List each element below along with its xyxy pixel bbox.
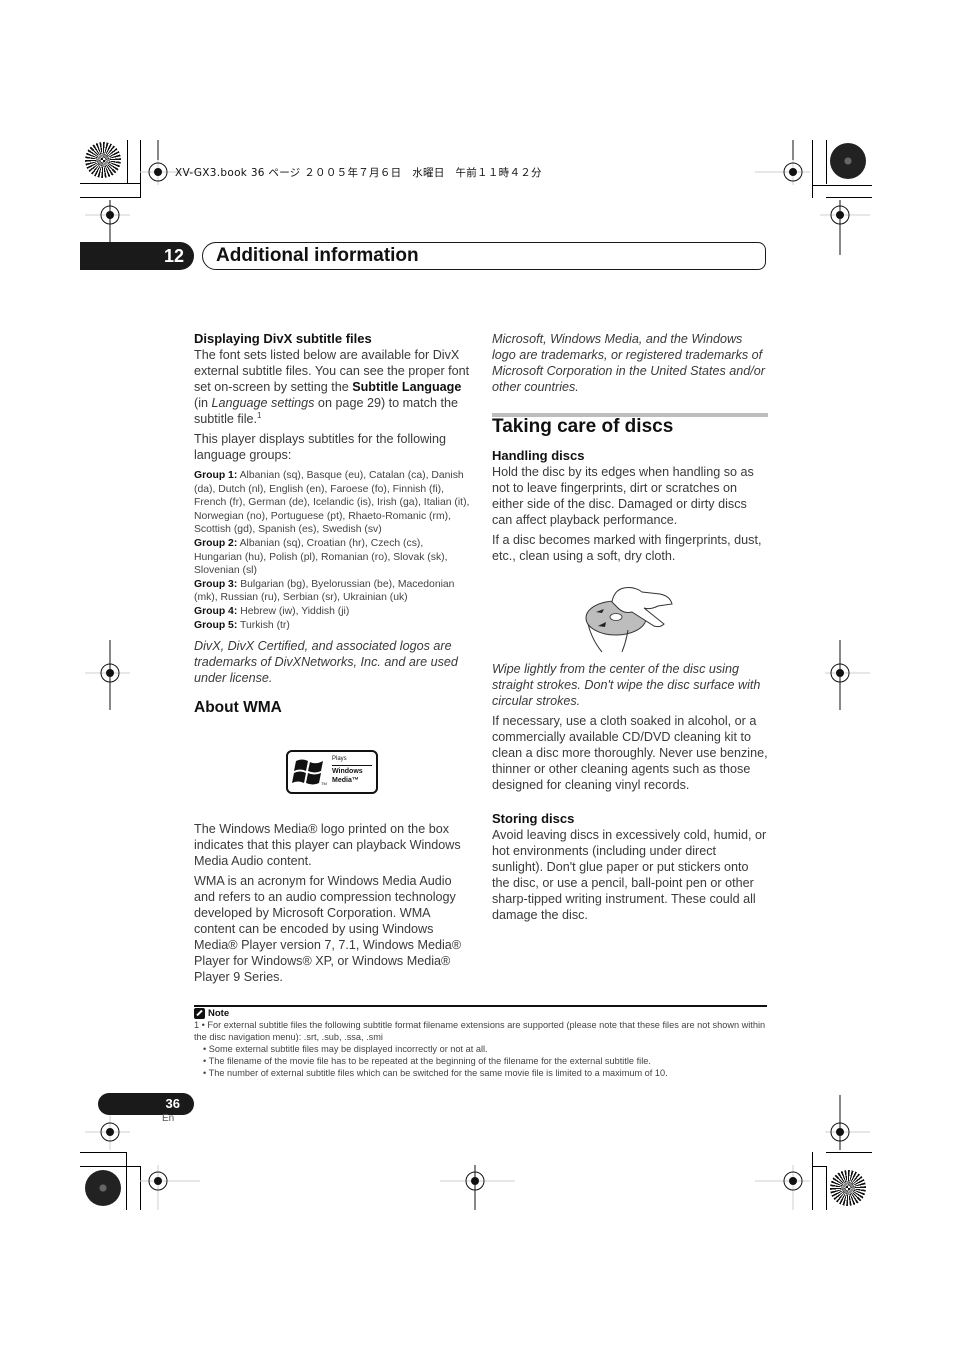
- print-header: XV-GX3.book 36 ページ ２００５年７月６日 水曜日 午前１１時４２…: [175, 167, 542, 179]
- divx-groups-intro: This player displays subtitles for the f…: [194, 432, 446, 462]
- note-item: • The filename of the movie file has to …: [203, 1056, 651, 1066]
- note-pencil-icon: [194, 1008, 205, 1019]
- note-label: Note: [208, 1008, 230, 1019]
- subtitle-language-term: Subtitle Language: [352, 380, 462, 394]
- handling-paragraph-3: If necessary, use a cloth soaked in alco…: [492, 714, 768, 792]
- handling-heading: Handling discs: [492, 448, 585, 463]
- language-group: Group 4: Hebrew (iw), Yiddish (ji): [194, 605, 350, 617]
- divx-heading: Displaying DivX subtitle files: [194, 331, 372, 346]
- note-header: Note: [194, 1008, 767, 1019]
- wma-paragraph-1: The Windows Media® logo printed on the b…: [194, 822, 461, 868]
- right-column-lower: Wipe lightly from the center of the disc…: [492, 661, 768, 927]
- note-item: 1 • For external subtitle files the foll…: [194, 1020, 766, 1042]
- handling-paragraph-2: If a disc becomes marked with fingerprin…: [492, 533, 762, 563]
- language-groups: Group 1: Albanian (sq), Basque (eu), Cat…: [194, 469, 470, 632]
- language-group: Group 1: Albanian (sq), Basque (eu), Cat…: [194, 470, 470, 536]
- divx-trademark-notice: DivX, DivX Certified, and associated log…: [194, 639, 458, 686]
- storing-heading: Storing discs: [492, 811, 575, 826]
- disc-wiping-illustration: [585, 587, 673, 653]
- note-section: Note 1 • For external subtitle files the…: [194, 1008, 767, 1079]
- wma-text: The Windows Media® logo printed on the b…: [194, 821, 470, 989]
- divx-intro-paragraph: The font sets listed below are available…: [194, 348, 470, 426]
- note-item: • The number of external subtitle files …: [203, 1068, 668, 1078]
- chapter-number: 12: [80, 242, 194, 270]
- storing-paragraph: Avoid leaving discs in excessively cold,…: [492, 828, 767, 922]
- handling-paragraph-1: Hold the disc by its edges when handling…: [492, 465, 754, 527]
- language-group: Group 2: Albanian (sq), Croatian (hr), C…: [194, 537, 448, 577]
- language-code: En: [162, 1113, 175, 1124]
- chapter-title: Additional information: [216, 245, 419, 266]
- language-settings-ref: Language settings: [211, 396, 315, 410]
- windows-media-logo: TM Plays Windows Media™: [286, 750, 378, 794]
- wma-paragraph-2: WMA is an acronym for Windows Media Audi…: [194, 874, 462, 984]
- registration-targets: [85, 140, 870, 1210]
- left-column: Displaying DivX subtitle files The font …: [194, 331, 470, 716]
- language-group: Group 5: Turkish (tr): [194, 619, 290, 631]
- illustration-caption: Wipe lightly from the center of the disc…: [492, 662, 761, 708]
- right-column: Microsoft, Windows Media, and the Window…: [492, 331, 768, 568]
- wma-heading: About WMA: [194, 699, 282, 717]
- section-heading: Taking care of discs: [492, 416, 674, 437]
- note-item: • Some external subtitle files may be di…: [203, 1044, 488, 1054]
- footnote-ref: 1: [257, 410, 262, 420]
- microsoft-trademark-notice: Microsoft, Windows Media, and the Window…: [492, 332, 766, 394]
- note-rule: [194, 1005, 767, 1007]
- page-number: 36: [98, 1093, 194, 1115]
- language-group: Group 3: Bulgarian (bg), Byelorussian (b…: [194, 578, 455, 604]
